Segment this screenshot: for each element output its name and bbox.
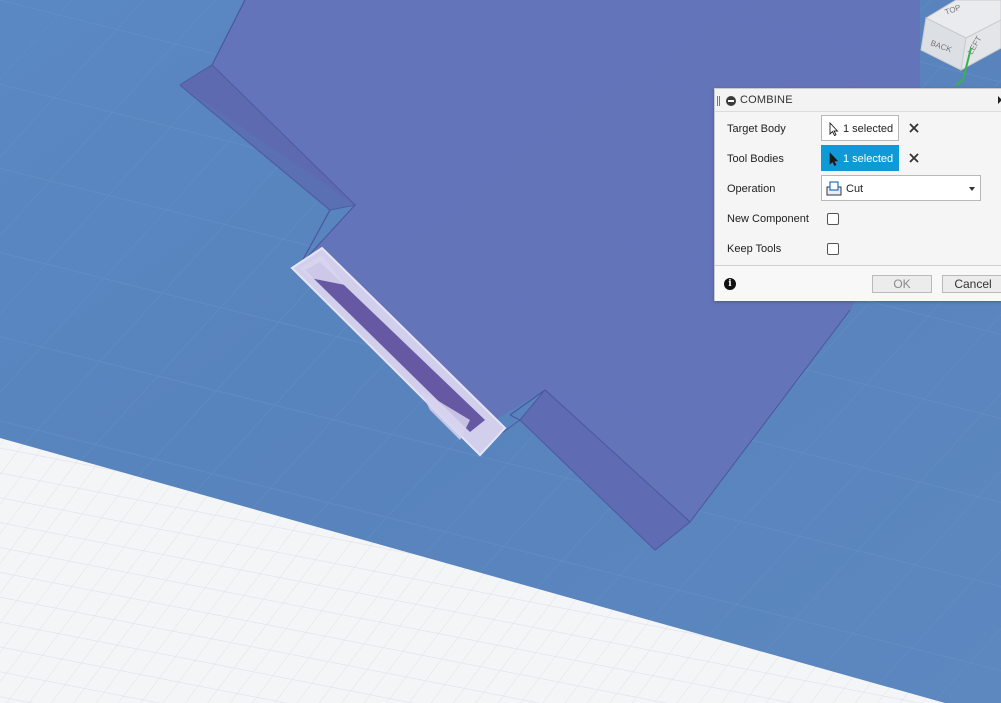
clear-icon[interactable] [908, 122, 920, 134]
operation-dropdown[interactable]: Cut [821, 175, 981, 201]
combine-dialog: COMBINE Target Body 1 selected Tool Bodi… [714, 88, 1001, 301]
axis-x-indicator [955, 79, 964, 86]
info-icon[interactable]: i [724, 278, 736, 290]
dialog-header[interactable]: COMBINE [715, 89, 1001, 112]
operation-row: Operation Cut [715, 174, 1001, 204]
target-body-selector[interactable]: 1 selected [821, 115, 899, 141]
target-body-row: Target Body 1 selected [715, 114, 1001, 144]
tool-bodies-selector[interactable]: 1 selected [821, 145, 899, 171]
tool-bodies-label: Tool Bodies [727, 153, 784, 165]
tool-bodies-value: 1 selected [843, 153, 894, 165]
cursor-icon [829, 152, 839, 166]
keep-tools-label: Keep Tools [727, 243, 782, 255]
tool-bodies-row: Tool Bodies 1 selected [715, 144, 1001, 174]
keep-tools-row: Keep Tools [715, 234, 1001, 264]
operation-label: Operation [727, 183, 776, 195]
view-cube[interactable]: TOP BACK LEFT [916, 0, 1001, 88]
clear-icon[interactable] [908, 152, 920, 164]
cancel-button[interactable]: Cancel [942, 275, 1001, 293]
target-body-value: 1 selected [843, 123, 894, 135]
ok-button[interactable]: OK [872, 275, 932, 293]
new-component-row: New Component [715, 204, 1001, 234]
new-component-label: New Component [727, 213, 809, 225]
new-component-checkbox[interactable] [827, 213, 839, 225]
dialog-footer: i OK Cancel [715, 265, 1001, 301]
minus-icon[interactable] [726, 96, 736, 106]
operation-value: Cut [846, 183, 864, 195]
drag-handle-icon[interactable] [717, 96, 720, 106]
cut-icon [826, 181, 842, 196]
cursor-icon [829, 122, 839, 136]
target-body-label: Target Body [727, 123, 786, 135]
dropdown-arrow-icon [969, 187, 975, 191]
keep-tools-checkbox[interactable] [827, 243, 839, 255]
dialog-title: COMBINE [740, 94, 793, 106]
